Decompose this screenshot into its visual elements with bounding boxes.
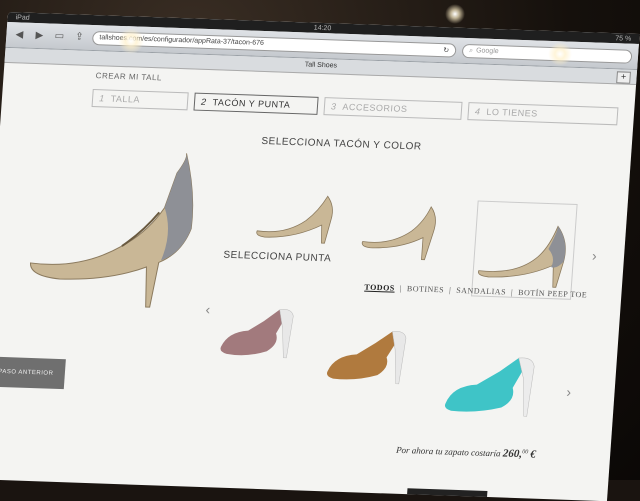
new-tab-icon[interactable]: +	[616, 71, 631, 84]
battery-label: 75 %	[615, 34, 632, 43]
search-icon: ⌕	[468, 46, 474, 54]
step-accesorios[interactable]: 3 ACCESORIOS	[323, 97, 463, 120]
price-text: Por ahora tu zapato costaría	[395, 444, 501, 459]
price-summary: Por ahora tu zapato costaría 260,00 €	[395, 444, 537, 461]
toe-section-title: SELECCIONA PUNTA	[223, 249, 332, 265]
share-icon[interactable]: ⇪	[72, 31, 87, 43]
step-label: TALLA	[110, 93, 141, 105]
reload-icon[interactable]: ↻	[443, 46, 449, 54]
step-nav: 1 TALLA 2 TACÓN Y PUNTA 3 ACCESORIOS 4 L…	[91, 89, 619, 126]
light-glare	[445, 4, 465, 24]
search-placeholder: Google	[475, 47, 499, 56]
clock: 14:20	[313, 24, 332, 32]
step-number: 2	[200, 96, 207, 107]
step-tacon-punta[interactable]: 2 TACÓN Y PUNTA	[193, 92, 319, 115]
light-glare	[548, 42, 572, 66]
previous-step-button[interactable]: PASO ANTERIOR	[0, 356, 66, 390]
step-talla[interactable]: 1 TALLA	[91, 89, 189, 111]
toe-option-turquoise[interactable]	[440, 349, 540, 420]
step-number: 4	[474, 106, 481, 117]
heel-option-3[interactable]	[474, 219, 575, 292]
filter-botines[interactable]: BOTINES	[407, 284, 445, 294]
toe-next-arrow-icon[interactable]: ›	[566, 384, 572, 400]
back-icon[interactable]: ◀	[12, 29, 27, 41]
filter-sandalias[interactable]: SANDALIAS	[456, 286, 506, 297]
step-lo-tienes[interactable]: 4 LO TIENES	[467, 102, 619, 126]
price-currency: €	[529, 448, 537, 461]
filter-todos[interactable]: TODOS	[364, 283, 395, 293]
ipad-screen: iPad 14:20 75 % ◀ ▶ ▭ ⇪ tallshoes.com/es…	[0, 12, 640, 501]
forward-icon[interactable]: ▶	[32, 29, 47, 41]
toe-prev-arrow-icon[interactable]: ‹	[205, 301, 211, 317]
filter-separator: |	[399, 283, 403, 293]
filter-separator: |	[510, 287, 514, 297]
step-number: 1	[98, 93, 106, 104]
heel-next-arrow-icon[interactable]: ›	[592, 248, 598, 264]
heel-option-2[interactable]	[359, 200, 443, 263]
step-number: 3	[330, 101, 337, 112]
main-shoe-preview	[30, 153, 194, 308]
carrier-label: iPad	[15, 13, 30, 22]
tab-title[interactable]: Tall Shoes	[304, 61, 337, 69]
toe-option-pink[interactable]	[216, 302, 300, 365]
heel-option-1[interactable]	[254, 189, 338, 247]
toe-option-tan[interactable]	[323, 323, 412, 388]
crear-heading: CREAR MI TALL	[95, 71, 163, 83]
step-label: TACÓN Y PUNTA	[212, 97, 291, 110]
heel-section-title: SELECCIONA TACÓN Y COLOR	[261, 135, 422, 153]
filter-separator: |	[448, 285, 452, 295]
light-glare	[118, 28, 144, 54]
price-cents: 00	[522, 449, 529, 456]
price-value: 260,	[502, 447, 523, 461]
bookmarks-icon[interactable]: ▭	[52, 30, 67, 42]
next-step-button[interactable]	[406, 488, 488, 501]
step-label: ACCESORIOS	[342, 101, 408, 114]
step-label: LO TIENES	[486, 106, 539, 119]
